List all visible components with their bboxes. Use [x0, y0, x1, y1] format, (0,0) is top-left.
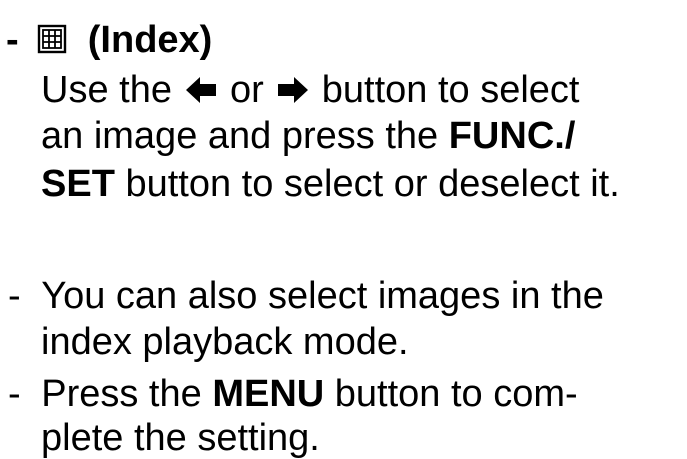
instruction-line-2: an image and press the FUNC./	[41, 114, 575, 158]
note-1-line-1: - You can also select images in the	[8, 274, 604, 318]
right-arrow-icon	[277, 69, 308, 113]
note-dash: -	[8, 373, 21, 415]
menu-label: MENU	[212, 373, 325, 415]
index-grid-icon	[37, 20, 67, 64]
instruction-or: or	[229, 69, 264, 111]
func-set-label: FUNC./	[448, 115, 576, 157]
instruction-text: Use the	[41, 69, 172, 111]
note-dash: -	[8, 275, 21, 317]
left-arrow-icon	[185, 69, 216, 113]
note-2-line-2: plete the setting.	[41, 416, 320, 459]
note-1-line-2: index playback mode.	[41, 320, 409, 364]
heading-line: - (Index)	[6, 18, 212, 64]
instruction-text: button to select	[321, 69, 580, 111]
note-text: You can also select images in the	[41, 275, 604, 317]
note-text: Press the	[41, 373, 202, 415]
set-label: SET	[41, 163, 115, 205]
instruction-line-3: SET button to select or deselect it.	[41, 162, 620, 206]
instruction-text: button to select or deselect it.	[125, 163, 620, 205]
note-2-line-1: - Press the MENU button to com-	[8, 372, 578, 416]
instruction-text: an image and press the	[41, 115, 439, 157]
heading-title: (Index)	[87, 19, 213, 61]
note-text: button to com-	[334, 373, 578, 415]
note-text: plete the setting.	[41, 417, 320, 459]
heading-dash: -	[6, 19, 19, 61]
instruction-line-1: Use the or button to select	[41, 68, 580, 113]
note-text: index playback mode.	[41, 321, 409, 363]
